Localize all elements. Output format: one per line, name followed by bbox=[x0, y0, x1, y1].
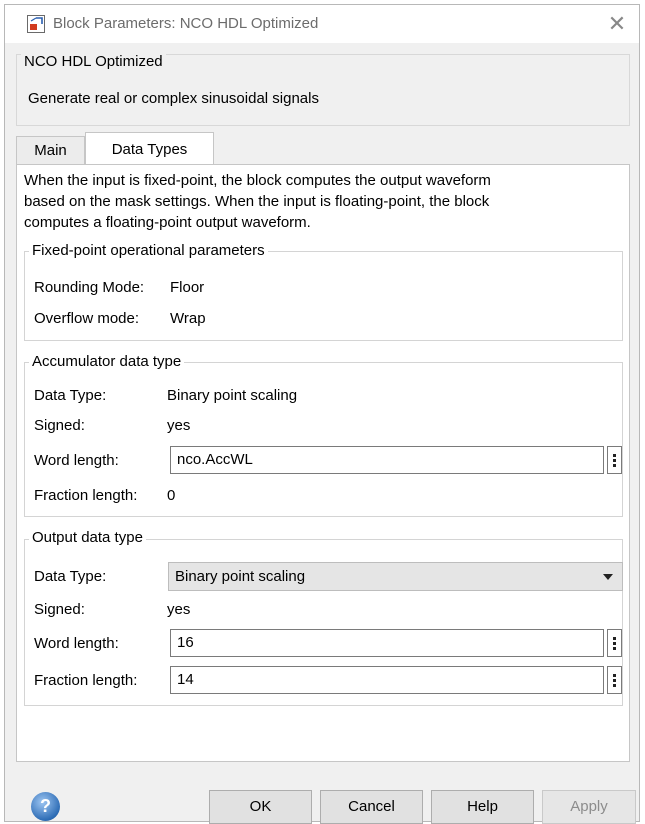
close-icon[interactable]: ✕ bbox=[603, 11, 631, 37]
vertical-ellipsis-icon bbox=[613, 459, 616, 462]
out-fraction-length-ellipsis-button[interactable] bbox=[607, 666, 622, 694]
acc-word-length-label: Word length: bbox=[34, 452, 119, 469]
chevron-down-icon bbox=[603, 574, 613, 580]
info-line: When the input is fixed-point, the block… bbox=[24, 172, 491, 189]
info-line: computes a floating-point output wavefor… bbox=[24, 214, 311, 231]
acc-data-type-value: Binary point scaling bbox=[167, 387, 298, 404]
acc-word-length-ellipsis-button[interactable] bbox=[607, 446, 622, 474]
ok-button[interactable]: OK bbox=[209, 790, 312, 824]
out-fraction-length-input[interactable]: 14 bbox=[170, 666, 604, 694]
out-word-length-input[interactable]: 16 bbox=[170, 629, 604, 657]
accumulator-group-title: Accumulator data type bbox=[29, 353, 185, 371]
acc-fraction-length-label: Fraction length: bbox=[34, 487, 138, 504]
vertical-ellipsis-icon bbox=[613, 674, 616, 677]
vertical-ellipsis-icon bbox=[613, 454, 616, 457]
acc-data-type-label: Data Type: bbox=[34, 387, 107, 404]
vertical-ellipsis-icon bbox=[613, 637, 616, 640]
out-fraction-length-label: Fraction length: bbox=[34, 672, 138, 689]
cancel-button[interactable]: Cancel bbox=[320, 790, 423, 824]
out-data-type-select[interactable]: Binary point scaling bbox=[168, 562, 623, 591]
vertical-ellipsis-icon bbox=[613, 642, 616, 645]
acc-word-length-input[interactable]: nco.AccWL bbox=[170, 446, 604, 474]
vertical-ellipsis-icon bbox=[613, 647, 616, 650]
help-button[interactable]: Help bbox=[431, 790, 534, 824]
out-data-type-selected: Binary point scaling bbox=[175, 568, 306, 585]
info-line: based on the mask settings. When the inp… bbox=[24, 193, 490, 210]
output-group-title: Output data type bbox=[29, 529, 146, 547]
simulink-block-icon bbox=[27, 15, 45, 33]
info-text: When the input is fixed-point, the block… bbox=[24, 170, 624, 233]
out-word-length-ellipsis-button[interactable] bbox=[607, 629, 622, 657]
out-signed-value: yes bbox=[167, 601, 191, 618]
out-word-length-label: Word length: bbox=[34, 635, 119, 652]
vertical-ellipsis-icon bbox=[613, 464, 616, 467]
overflow-mode-label: Overflow mode: bbox=[34, 310, 140, 327]
rounding-mode-value: Floor bbox=[170, 279, 205, 296]
block-description: Generate real or complex sinusoidal sign… bbox=[28, 90, 319, 107]
apply-button[interactable]: Apply bbox=[542, 790, 636, 824]
rounding-mode-label: Rounding Mode: bbox=[34, 279, 145, 296]
vertical-ellipsis-icon bbox=[613, 679, 616, 682]
fixed-point-group-title: Fixed-point operational parameters bbox=[29, 242, 268, 260]
out-data-type-label: Data Type: bbox=[34, 568, 107, 585]
window-title: Block Parameters: NCO HDL Optimized bbox=[53, 15, 319, 32]
acc-signed-value: yes bbox=[167, 417, 191, 434]
tab-panel-data-types: When the input is fixed-point, the block… bbox=[16, 164, 630, 762]
out-signed-label: Signed: bbox=[34, 601, 85, 618]
tab-main[interactable]: Main bbox=[16, 136, 85, 165]
title-bar: Block Parameters: NCO HDL Optimized ✕ bbox=[5, 5, 639, 43]
acc-signed-label: Signed: bbox=[34, 417, 85, 434]
dialog-window: Block Parameters: NCO HDL Optimized ✕ NC… bbox=[4, 4, 640, 824]
acc-fraction-length-value: 0 bbox=[167, 487, 176, 504]
overflow-mode-value: Wrap bbox=[170, 310, 206, 327]
block-name: NCO HDL Optimized bbox=[21, 53, 166, 71]
help-icon[interactable]: ? bbox=[31, 792, 60, 821]
vertical-ellipsis-icon bbox=[613, 684, 616, 687]
tab-data-types[interactable]: Data Types bbox=[85, 132, 214, 165]
